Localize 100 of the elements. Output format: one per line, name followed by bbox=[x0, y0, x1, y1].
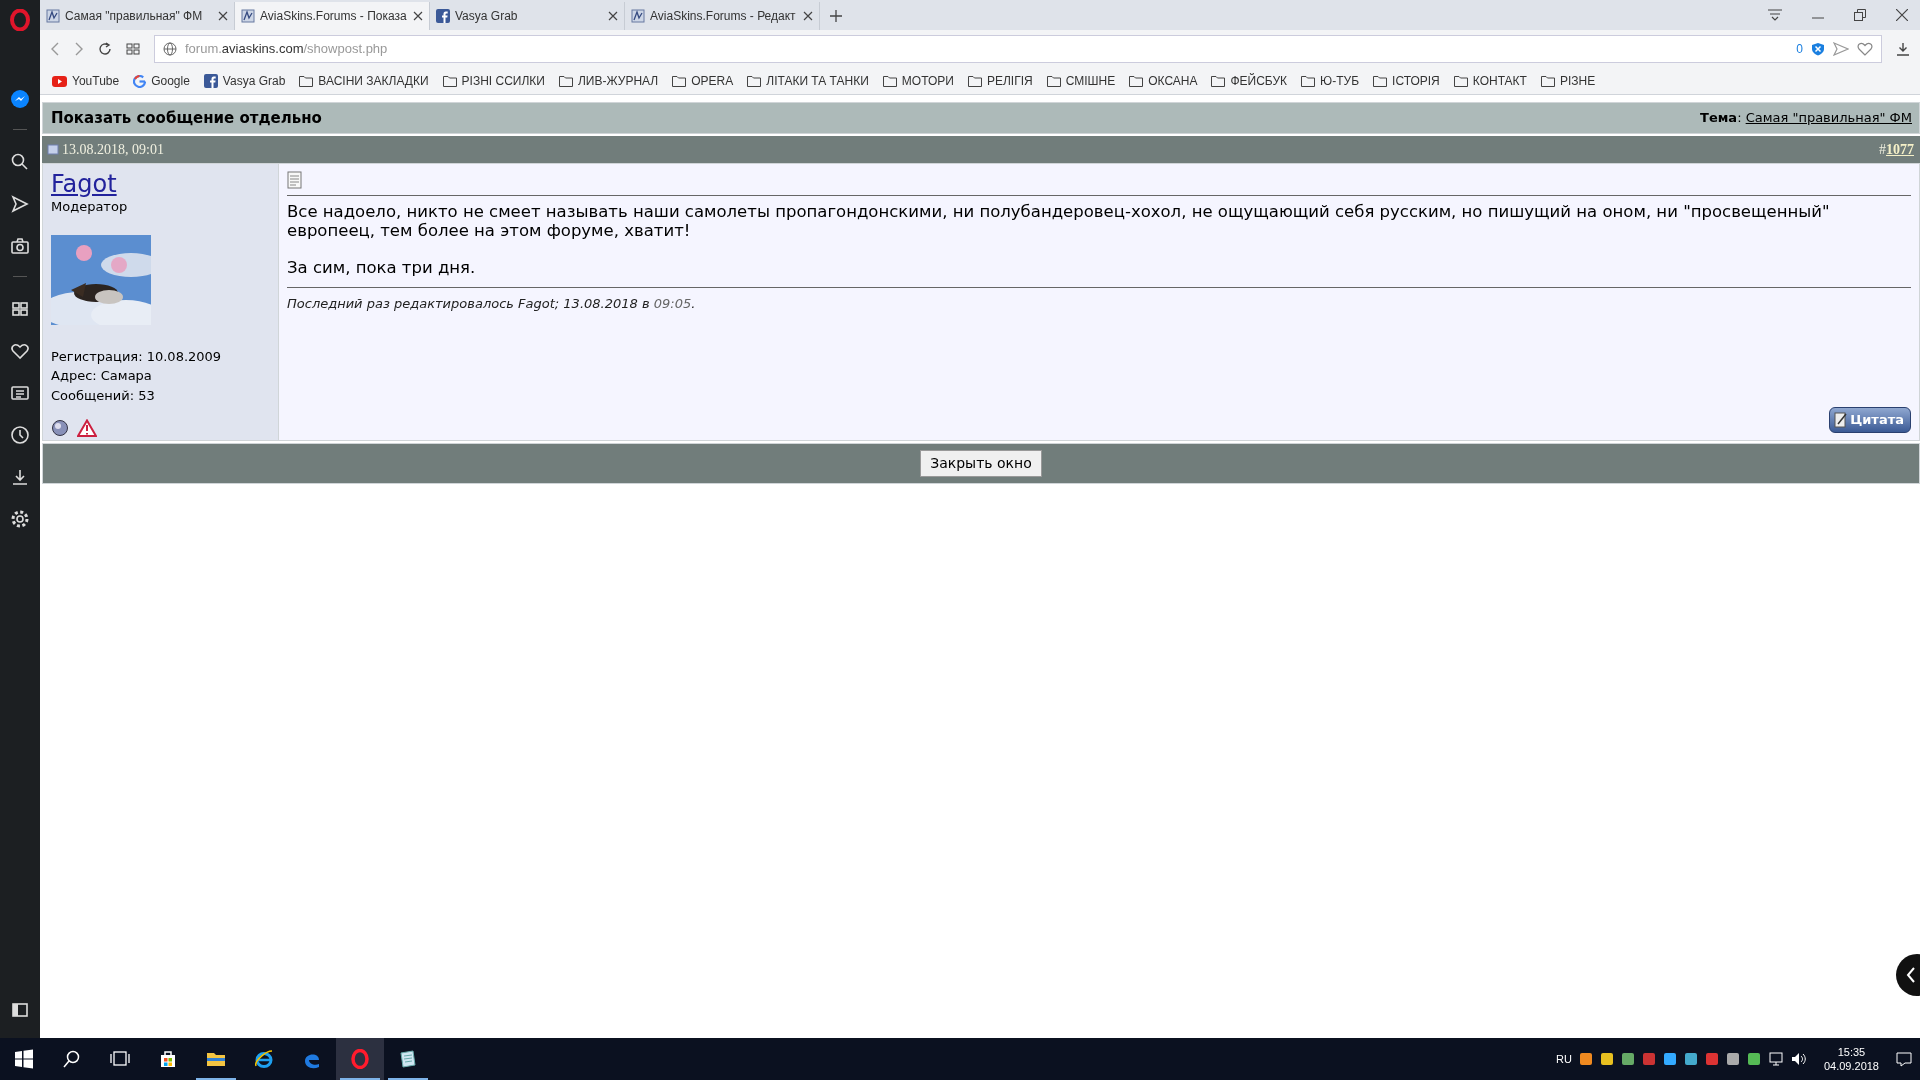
bookmark[interactable]: Google bbox=[133, 72, 190, 90]
ie-logo-icon[interactable] bbox=[254, 1049, 274, 1069]
pencil-note-icon bbox=[1834, 411, 1849, 428]
taskbar-button[interactable] bbox=[336, 1038, 384, 1080]
user-detail: Адрес: Самара bbox=[51, 367, 153, 385]
edit-note: Последний раз редактировалось Fagot; 13.08.2018 в 09:05. bbox=[287, 294, 697, 313]
message-text: За сим, пока три дня. bbox=[287, 258, 477, 278]
page-icon bbox=[631, 9, 645, 23]
bookmark[interactable]: ІСТОРІЯ bbox=[1373, 72, 1440, 90]
document-icon bbox=[287, 170, 303, 189]
bookmark[interactable]: Ю-ТУБ bbox=[1301, 72, 1360, 90]
video-play-icon bbox=[52, 75, 67, 87]
folder-icon bbox=[442, 75, 457, 87]
user-detail: Сообщений: 53 bbox=[51, 386, 156, 405]
message-text: Все надоело, никто не смеет называть наши самолеты пропагондонскими, ни полубандеровец-хохол, не ощущающий себя русским, но пишущий на оном, ни "просвещенный" европеец, тем более на этом форуме, хватит! bbox=[287, 201, 1831, 242]
page-icon bbox=[241, 9, 255, 23]
download-icon[interactable] bbox=[10, 467, 30, 487]
folder-icon bbox=[672, 75, 687, 87]
grid-icon[interactable] bbox=[10, 299, 30, 319]
tray-app-icon[interactable] bbox=[1599, 1052, 1614, 1066]
shield-icon[interactable] bbox=[1811, 42, 1825, 56]
folder-icon bbox=[1540, 75, 1555, 87]
windows-logo-icon[interactable] bbox=[14, 1049, 34, 1069]
post-icon bbox=[47, 143, 59, 155]
network-icon[interactable] bbox=[1767, 1052, 1784, 1066]
reload-icon[interactable] bbox=[98, 42, 112, 56]
back-icon[interactable] bbox=[50, 42, 60, 56]
clock-date[interactable]: 04.09.2018 bbox=[1823, 1059, 1879, 1074]
close-icon[interactable] bbox=[803, 11, 813, 21]
messenger-icon[interactable] bbox=[10, 89, 30, 109]
folder-icon bbox=[1211, 75, 1226, 87]
folder-icon bbox=[1301, 75, 1316, 87]
settings-icon[interactable] bbox=[10, 509, 30, 529]
post-number: #1077 bbox=[1879, 140, 1914, 159]
facebook-icon bbox=[436, 9, 450, 23]
bookmark[interactable]: ФЕЙСБУК bbox=[1211, 72, 1288, 90]
folder-icon bbox=[1373, 75, 1388, 87]
folder-icon bbox=[1129, 75, 1144, 87]
tray-app-icon[interactable] bbox=[1683, 1052, 1698, 1066]
shopping-bag-icon[interactable] bbox=[158, 1049, 178, 1069]
new-tab-icon[interactable] bbox=[830, 10, 842, 22]
notifications-icon[interactable] bbox=[1896, 1051, 1912, 1067]
close-icon[interactable] bbox=[608, 11, 618, 21]
bookmark[interactable]: РІЗНЕ bbox=[1540, 72, 1596, 90]
bookmark[interactable]: OPERA bbox=[672, 72, 734, 90]
bookmark[interactable]: КОНТАКТ bbox=[1453, 72, 1527, 90]
opera-logo-icon[interactable] bbox=[10, 9, 30, 31]
chevron-left-icon bbox=[1906, 967, 1916, 983]
bookmark[interactable]: ОКСАНА bbox=[1129, 72, 1198, 90]
username-link[interactable]: Fagot bbox=[51, 170, 117, 197]
restore-icon[interactable] bbox=[1854, 9, 1866, 21]
quote-button[interactable]: Цитата bbox=[1829, 407, 1911, 433]
facebook-icon bbox=[203, 74, 218, 88]
folder-icon bbox=[882, 75, 897, 87]
folder-icon bbox=[1046, 75, 1061, 87]
clock-icon[interactable] bbox=[10, 425, 30, 445]
bookmark[interactable]: ЛІТАКИ ТА ТАНКИ bbox=[747, 72, 869, 90]
bookmark[interactable]: Vasya Grab bbox=[203, 72, 286, 90]
tray-app-icon[interactable] bbox=[1578, 1052, 1593, 1066]
address-field[interactable]: forum.aviaskins.com/showpost.php bbox=[185, 39, 1789, 59]
search-icon[interactable] bbox=[62, 1049, 82, 1069]
globe-icon bbox=[163, 42, 177, 56]
google-g-icon bbox=[133, 74, 147, 88]
close-window-button[interactable]: Закрыть окно bbox=[920, 449, 1042, 477]
topic-link[interactable]: Самая "правильная" ФМ bbox=[1745, 110, 1912, 125]
bookmark[interactable]: СМІШНЕ bbox=[1046, 72, 1116, 90]
clock-time[interactable]: 15:35 bbox=[1823, 1044, 1879, 1059]
sidebar-toggle-icon[interactable] bbox=[10, 1000, 30, 1020]
news-icon[interactable] bbox=[10, 383, 30, 403]
post-date: 13.08.2018, 09:01 bbox=[62, 140, 164, 159]
camera-icon[interactable] bbox=[10, 236, 30, 256]
post-number-link[interactable]: 1077 bbox=[1886, 141, 1914, 157]
bookmark[interactable]: РІЗНІ ССИЛКИ bbox=[442, 72, 545, 90]
opera-logo-icon[interactable] bbox=[350, 1049, 370, 1069]
folder-icon bbox=[967, 75, 982, 87]
search-icon[interactable] bbox=[10, 152, 30, 172]
tray-app-icon[interactable] bbox=[1725, 1052, 1740, 1066]
warning-icon[interactable] bbox=[77, 419, 97, 437]
volume-icon[interactable] bbox=[1790, 1052, 1807, 1066]
blocked-count: 0 bbox=[1796, 41, 1803, 58]
notepad-icon[interactable] bbox=[398, 1049, 418, 1069]
menu-icon[interactable] bbox=[1768, 9, 1782, 21]
forward-icon[interactable] bbox=[74, 42, 84, 56]
folder-icon bbox=[299, 75, 314, 87]
bookmark[interactable]: ЛИВ-ЖУРНАЛ bbox=[558, 72, 659, 90]
close-icon[interactable] bbox=[413, 11, 423, 21]
bookmark[interactable]: РЕЛІГІЯ bbox=[967, 72, 1033, 90]
bookmark[interactable]: МОТОРИ bbox=[882, 72, 954, 90]
close-icon[interactable] bbox=[1896, 9, 1908, 21]
bookmark[interactable]: ВАСІНИ ЗАКЛАДКИ bbox=[299, 72, 429, 90]
tray-app-icon[interactable] bbox=[1620, 1052, 1635, 1066]
task-view-icon[interactable] bbox=[110, 1049, 130, 1069]
bookmark[interactable]: YouTube bbox=[52, 72, 120, 90]
language-indicator[interactable]: RU bbox=[1556, 1050, 1572, 1068]
tray-app-icon[interactable] bbox=[1662, 1052, 1677, 1066]
download-icon[interactable] bbox=[1896, 42, 1910, 56]
tray-app-icon[interactable] bbox=[1746, 1052, 1761, 1066]
close-icon[interactable] bbox=[218, 11, 228, 21]
heart-icon[interactable] bbox=[10, 341, 30, 361]
browser-tab[interactable]: AviaSkins.Forums - Показа bbox=[235, 2, 430, 30]
